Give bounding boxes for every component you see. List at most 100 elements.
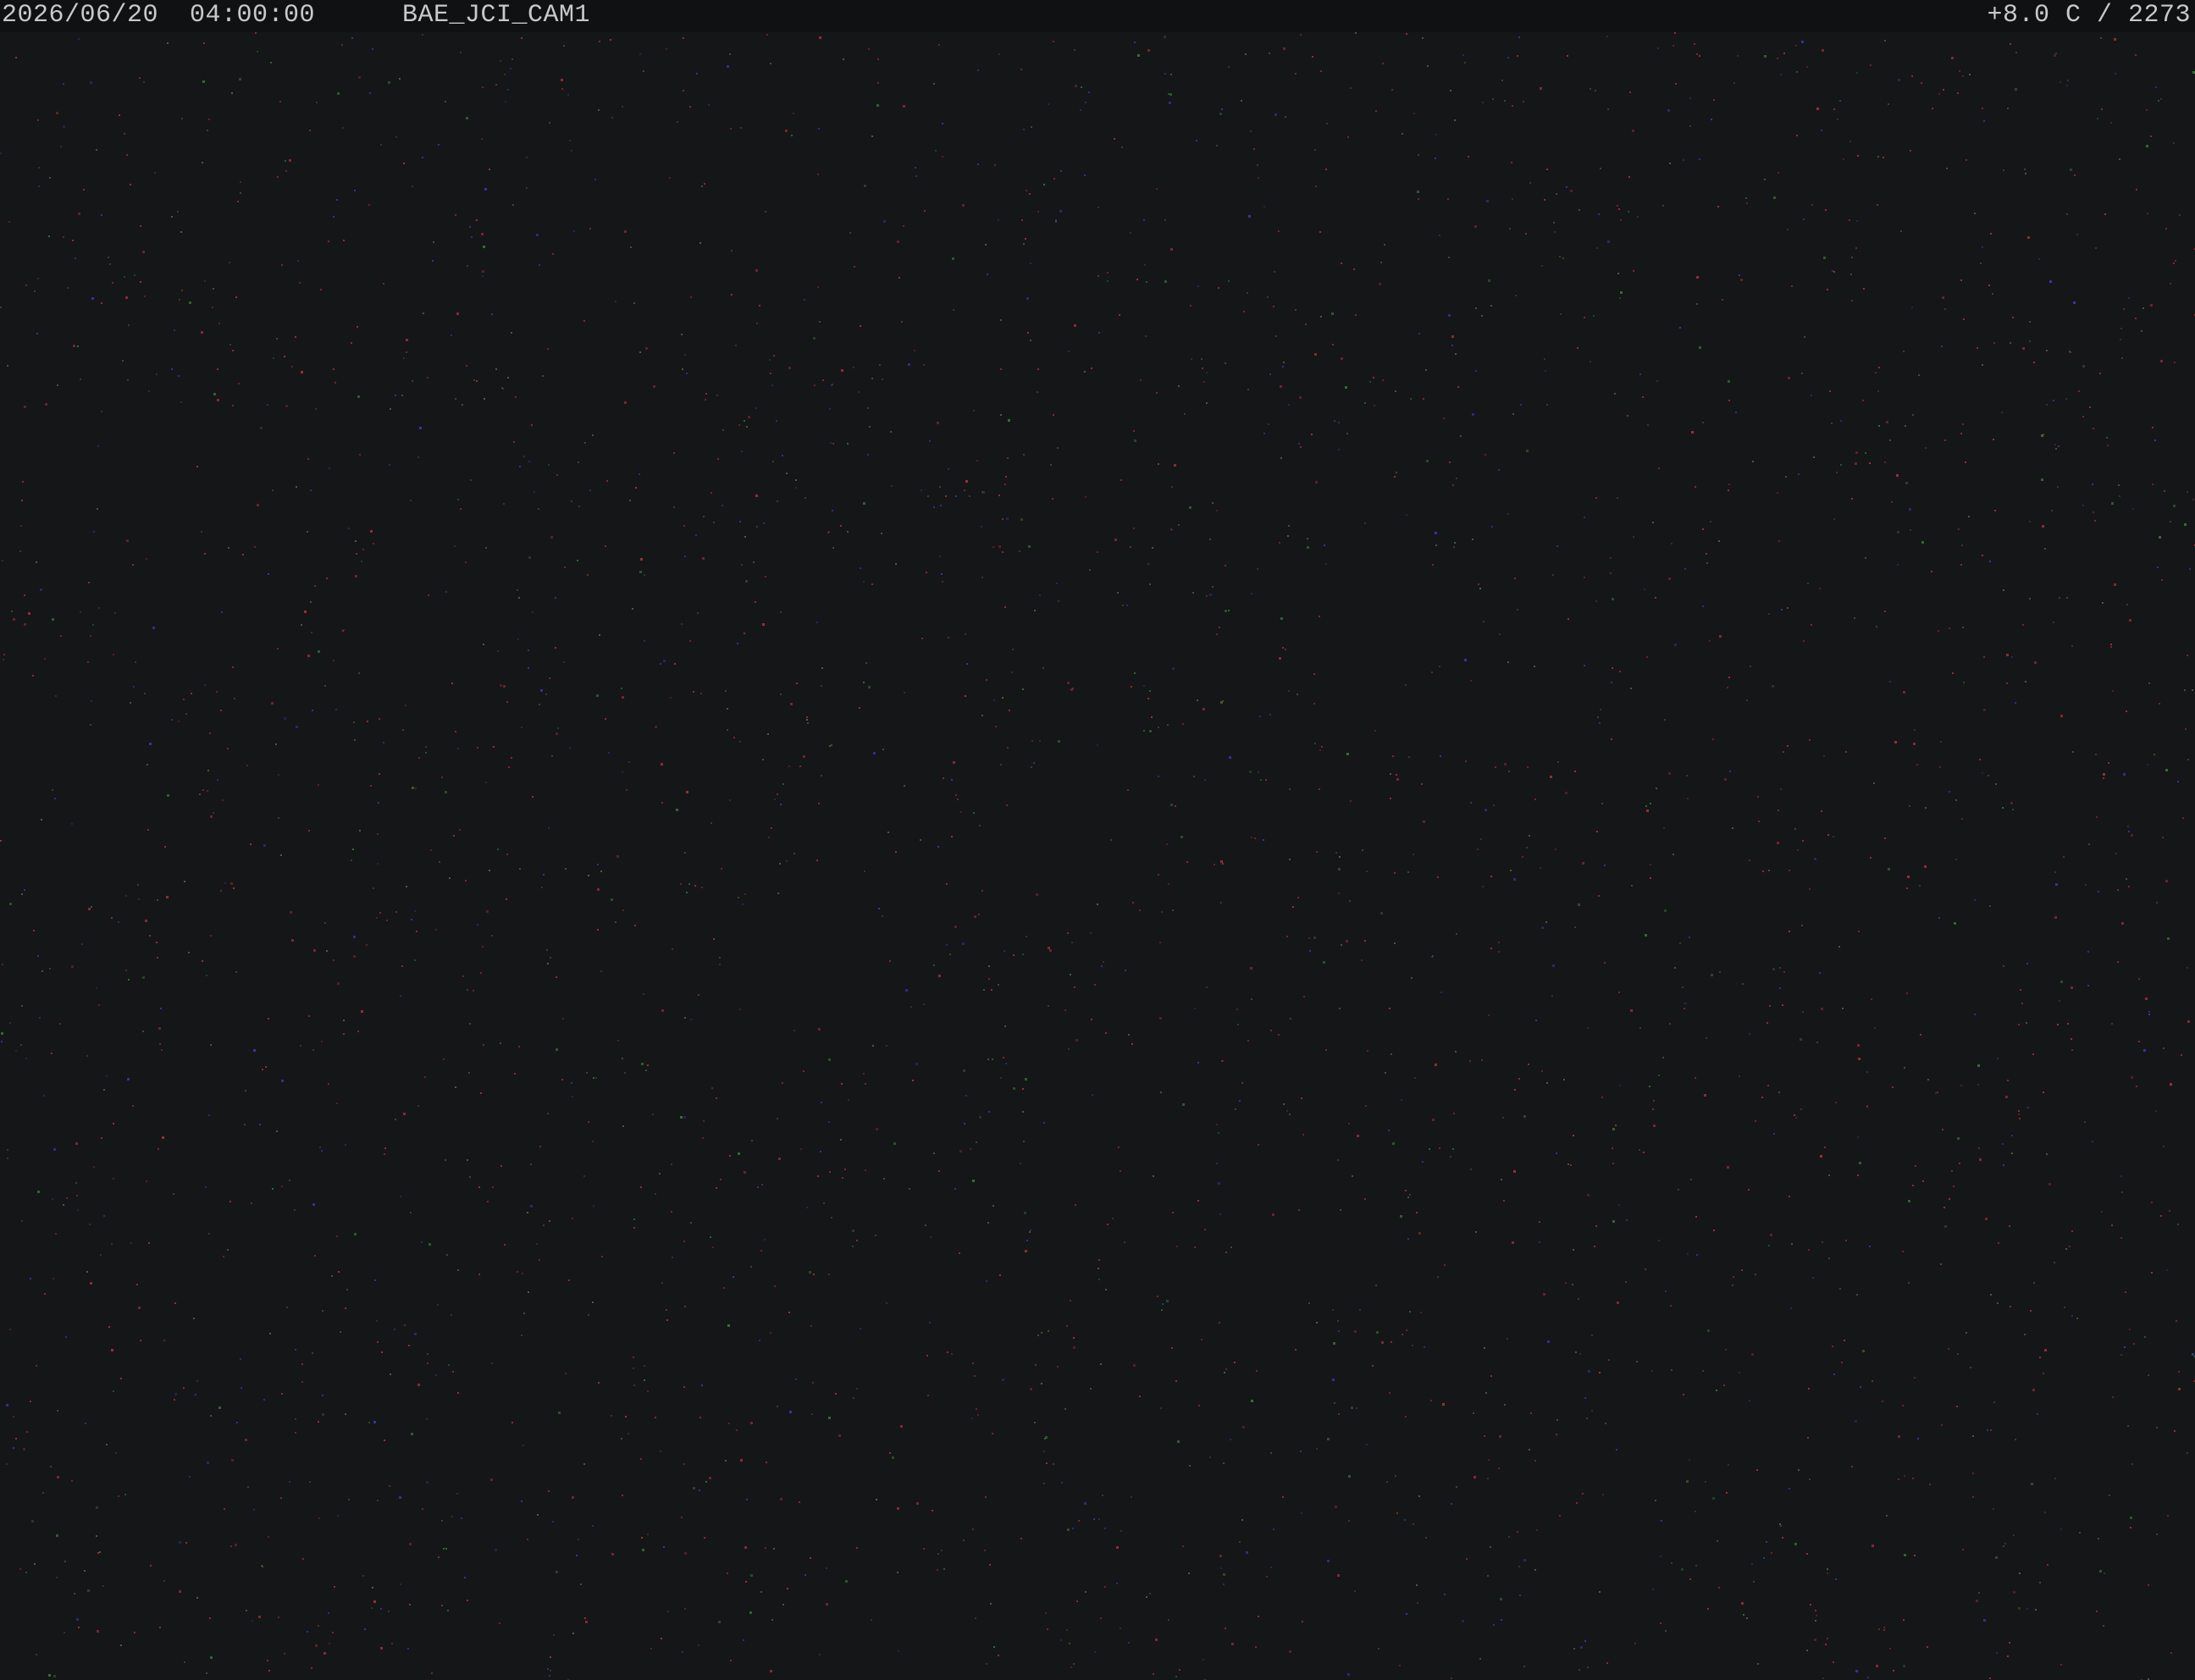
noise-pixel	[2079, 1532, 2081, 1534]
noise-pixel	[1334, 420, 1335, 422]
noise-pixel	[87, 661, 89, 663]
noise-pixel	[1071, 942, 1073, 943]
noise-pixel	[1883, 1627, 1885, 1628]
noise-pixel	[1, 1041, 3, 1042]
osd-overlay-bar: 2026/06/20 04:00:00 BAE_JCI_CAM1 +8.0 C …	[0, 0, 2195, 32]
noise-pixel	[674, 663, 676, 665]
noise-pixel	[2002, 1143, 2004, 1145]
noise-pixel	[1219, 1555, 1222, 1557]
noise-pixel	[1574, 771, 1576, 772]
noise-pixel	[655, 726, 657, 728]
noise-pixel	[178, 721, 180, 722]
noise-pixel	[1203, 381, 1205, 383]
noise-pixel	[1919, 885, 1921, 887]
noise-pixel	[1907, 876, 1910, 878]
noise-pixel	[1580, 1646, 1583, 1649]
noise-pixel	[1822, 49, 1824, 52]
noise-pixel	[179, 1541, 181, 1544]
noise-pixel	[818, 1028, 821, 1031]
noise-pixel	[883, 220, 886, 223]
noise-pixel	[2029, 521, 2031, 522]
noise-pixel	[949, 953, 951, 955]
noise-pixel	[333, 216, 335, 218]
noise-pixel	[2057, 1024, 2059, 1025]
noise-pixel	[223, 1256, 224, 1257]
noise-pixel	[1450, 1156, 1451, 1158]
noise-pixel	[683, 37, 684, 39]
noise-pixel	[24, 623, 26, 626]
noise-pixel	[1224, 1372, 1225, 1373]
noise-pixel	[1023, 243, 1025, 245]
noise-pixel	[224, 882, 226, 884]
noise-pixel	[277, 648, 279, 649]
noise-pixel	[1303, 996, 1305, 998]
noise-pixel	[418, 757, 420, 759]
noise-pixel	[903, 225, 904, 227]
noise-pixel	[1921, 82, 1922, 84]
noise-pixel	[771, 827, 772, 829]
noise-pixel	[1911, 307, 1913, 308]
noise-pixel	[1269, 714, 1271, 716]
noise-pixel	[78, 38, 80, 40]
noise-pixel	[1288, 690, 1290, 692]
noise-pixel	[1960, 1085, 1962, 1086]
noise-pixel	[2163, 1146, 2165, 1147]
noise-pixel	[2187, 759, 2189, 760]
noise-pixel	[1007, 457, 1009, 459]
noise-pixel	[481, 138, 483, 140]
noise-pixel	[937, 1553, 939, 1555]
noise-pixel	[2154, 439, 2156, 441]
noise-pixel	[302, 1558, 304, 1560]
noise-pixel	[9, 1022, 11, 1024]
noise-pixel	[1493, 804, 1495, 806]
noise-pixel	[1332, 1309, 1334, 1311]
noise-pixel	[342, 127, 344, 129]
noise-pixel	[1752, 461, 1754, 462]
noise-pixel	[180, 231, 182, 233]
noise-pixel	[1908, 1282, 1910, 1284]
noise-pixel	[521, 1335, 522, 1336]
noise-pixel	[56, 112, 58, 114]
noise-pixel	[935, 150, 937, 152]
noise-pixel	[304, 611, 307, 613]
noise-pixel	[140, 225, 141, 227]
noise-pixel	[852, 1230, 854, 1232]
noise-pixel	[412, 787, 414, 789]
noise-pixel	[727, 1324, 730, 1327]
noise-pixel	[395, 911, 397, 913]
noise-pixel	[1258, 771, 1259, 773]
noise-pixel	[57, 384, 58, 386]
noise-pixel	[1590, 361, 1591, 362]
noise-pixel	[481, 233, 484, 235]
noise-pixel	[1833, 836, 1834, 837]
noise-pixel	[128, 324, 130, 326]
noise-pixel	[446, 1254, 448, 1256]
noise-pixel	[455, 731, 456, 732]
noise-pixel	[847, 531, 849, 533]
noise-pixel	[98, 607, 100, 609]
noise-pixel	[731, 250, 733, 251]
noise-pixel	[473, 990, 474, 992]
noise-pixel	[1555, 848, 1556, 850]
noise-pixel	[2060, 981, 2063, 983]
noise-pixel	[1189, 506, 1191, 509]
noise-pixel	[2026, 1608, 2028, 1610]
noise-pixel	[2114, 583, 2116, 586]
noise-pixel	[1409, 1311, 1411, 1312]
noise-pixel	[2152, 427, 2154, 428]
noise-pixel	[1053, 1463, 1054, 1465]
noise-pixel	[2165, 769, 2168, 771]
noise-pixel	[749, 1611, 752, 1614]
noise-pixel	[571, 500, 572, 502]
noise-pixel	[785, 130, 788, 132]
noise-pixel	[572, 1218, 573, 1219]
noise-pixel	[653, 385, 655, 388]
noise-pixel	[588, 875, 589, 876]
noise-pixel	[1068, 1048, 1070, 1050]
noise-pixel	[1645, 805, 1647, 807]
noise-pixel	[539, 1146, 541, 1147]
noise-pixel	[1464, 62, 1466, 64]
noise-pixel	[312, 1352, 313, 1354]
noise-pixel	[1566, 186, 1567, 188]
noise-pixel	[1149, 583, 1151, 585]
